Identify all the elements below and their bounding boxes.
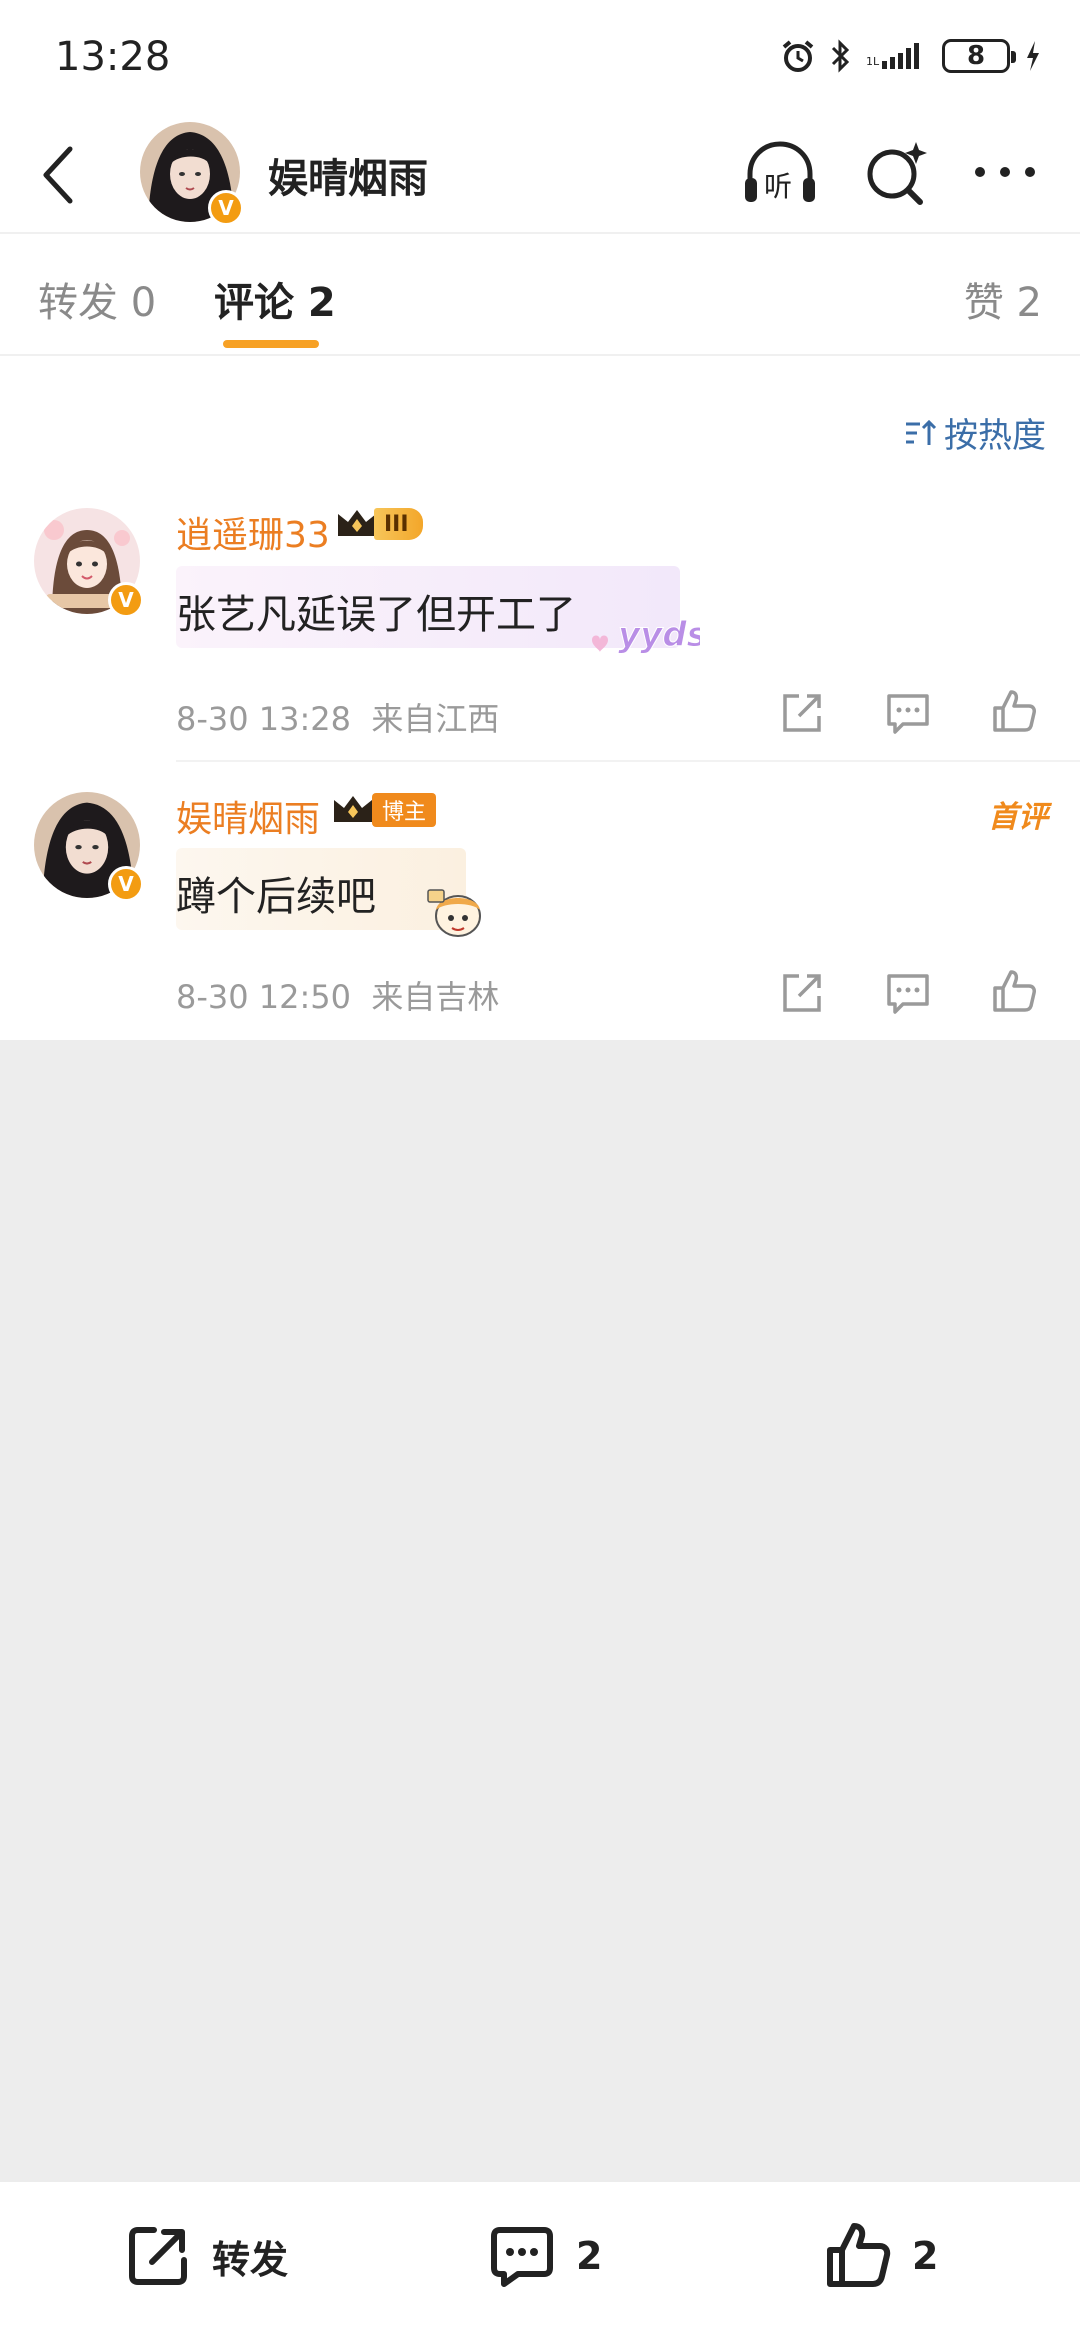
comment-icon[interactable]	[883, 688, 933, 738]
repost-button[interactable]: 转发	[122, 2220, 288, 2292]
battery-level: 8	[966, 41, 986, 71]
share-icon	[129, 2227, 187, 2285]
charging-icon	[1027, 41, 1039, 71]
battery-indicator: 8	[942, 39, 1016, 73]
comment-meta: 8-30 13:28 来自江西	[176, 694, 499, 740]
like-count: 2	[912, 2234, 939, 2278]
alarm-icon	[782, 40, 814, 72]
tab-likes[interactable]: 赞 2	[964, 270, 1042, 328]
comment-button[interactable]: 2	[486, 2220, 602, 2292]
blogger-tag: 博主	[372, 793, 437, 827]
crown-icon	[334, 796, 372, 822]
cartoon-sticker	[427, 889, 481, 937]
like-icon	[827, 2223, 891, 2287]
search-icon	[867, 142, 927, 205]
comment-text: 蹲个后续吧	[176, 874, 376, 920]
listen-icon: 听	[745, 141, 815, 203]
sort-icon	[906, 419, 937, 445]
comment-avatar[interactable]: V	[34, 508, 144, 618]
back-arrow-icon	[43, 146, 73, 204]
comment-text: 张艺凡延误了但开工了	[176, 592, 576, 638]
comment-location: 来自江西	[371, 700, 500, 738]
comment-meta: 8-30 12:50 来自吉林	[176, 972, 499, 1018]
listen-button[interactable]: 听	[740, 138, 820, 210]
more-button[interactable]	[970, 152, 1040, 192]
comment-separator	[176, 760, 1080, 762]
comment-time: 8-30 12:50	[176, 978, 352, 1016]
like-icon[interactable]	[989, 966, 1039, 1016]
header-username[interactable]: 娱晴烟雨	[268, 146, 428, 204]
comment-username[interactable]: 娱晴烟雨	[176, 790, 320, 842]
tabs-divider	[0, 354, 1080, 356]
sort-button[interactable]: 按热度	[904, 408, 1046, 457]
repost-label: 转发	[212, 2237, 289, 2282]
sticker-text: yyds	[618, 615, 700, 655]
more-icon	[975, 167, 1035, 177]
comment-count: 2	[576, 2234, 603, 2278]
like-button[interactable]: 2	[822, 2220, 938, 2292]
search-button[interactable]	[860, 138, 932, 210]
comment-icon	[491, 2227, 553, 2287]
status-icons: 1L 8	[780, 38, 1042, 74]
comment-time: 8-30 13:28	[176, 700, 352, 738]
svg-text:听: 听	[764, 170, 792, 203]
back-button[interactable]	[28, 140, 88, 210]
verified-badge: V	[108, 582, 144, 618]
like-icon[interactable]	[989, 686, 1039, 736]
header-avatar[interactable]: V	[140, 122, 244, 226]
bottom-action-bar: 转发 2 2	[0, 2180, 1080, 2331]
status-time: 13:28	[55, 34, 171, 80]
level-tag: III	[374, 508, 423, 540]
verified-badge: V	[108, 866, 144, 902]
share-icon[interactable]	[777, 968, 827, 1018]
bluetooth-icon	[831, 39, 850, 73]
signal-icon: 1L	[866, 43, 919, 69]
header-divider	[0, 232, 1080, 234]
tab-comments[interactable]: 评论 2	[214, 270, 336, 328]
blogger-badge: 博主	[330, 792, 437, 828]
verified-badge: V	[208, 190, 244, 226]
share-icon[interactable]	[777, 688, 827, 738]
tab-reposts[interactable]: 转发 0	[38, 270, 156, 328]
fan-level-badge: III	[334, 506, 423, 542]
comment-username[interactable]: 逍遥珊33	[176, 506, 330, 558]
first-comment-tag: 首评	[988, 800, 1048, 835]
comment-icon[interactable]	[883, 968, 933, 1018]
yyds-sticker: yyds	[592, 615, 700, 656]
active-tab-indicator	[223, 340, 319, 348]
comment-location: 来自吉林	[371, 978, 500, 1016]
svg-text:1L: 1L	[866, 55, 880, 68]
sort-label: 按热度	[944, 416, 1046, 456]
comment-avatar[interactable]: V	[34, 792, 144, 902]
